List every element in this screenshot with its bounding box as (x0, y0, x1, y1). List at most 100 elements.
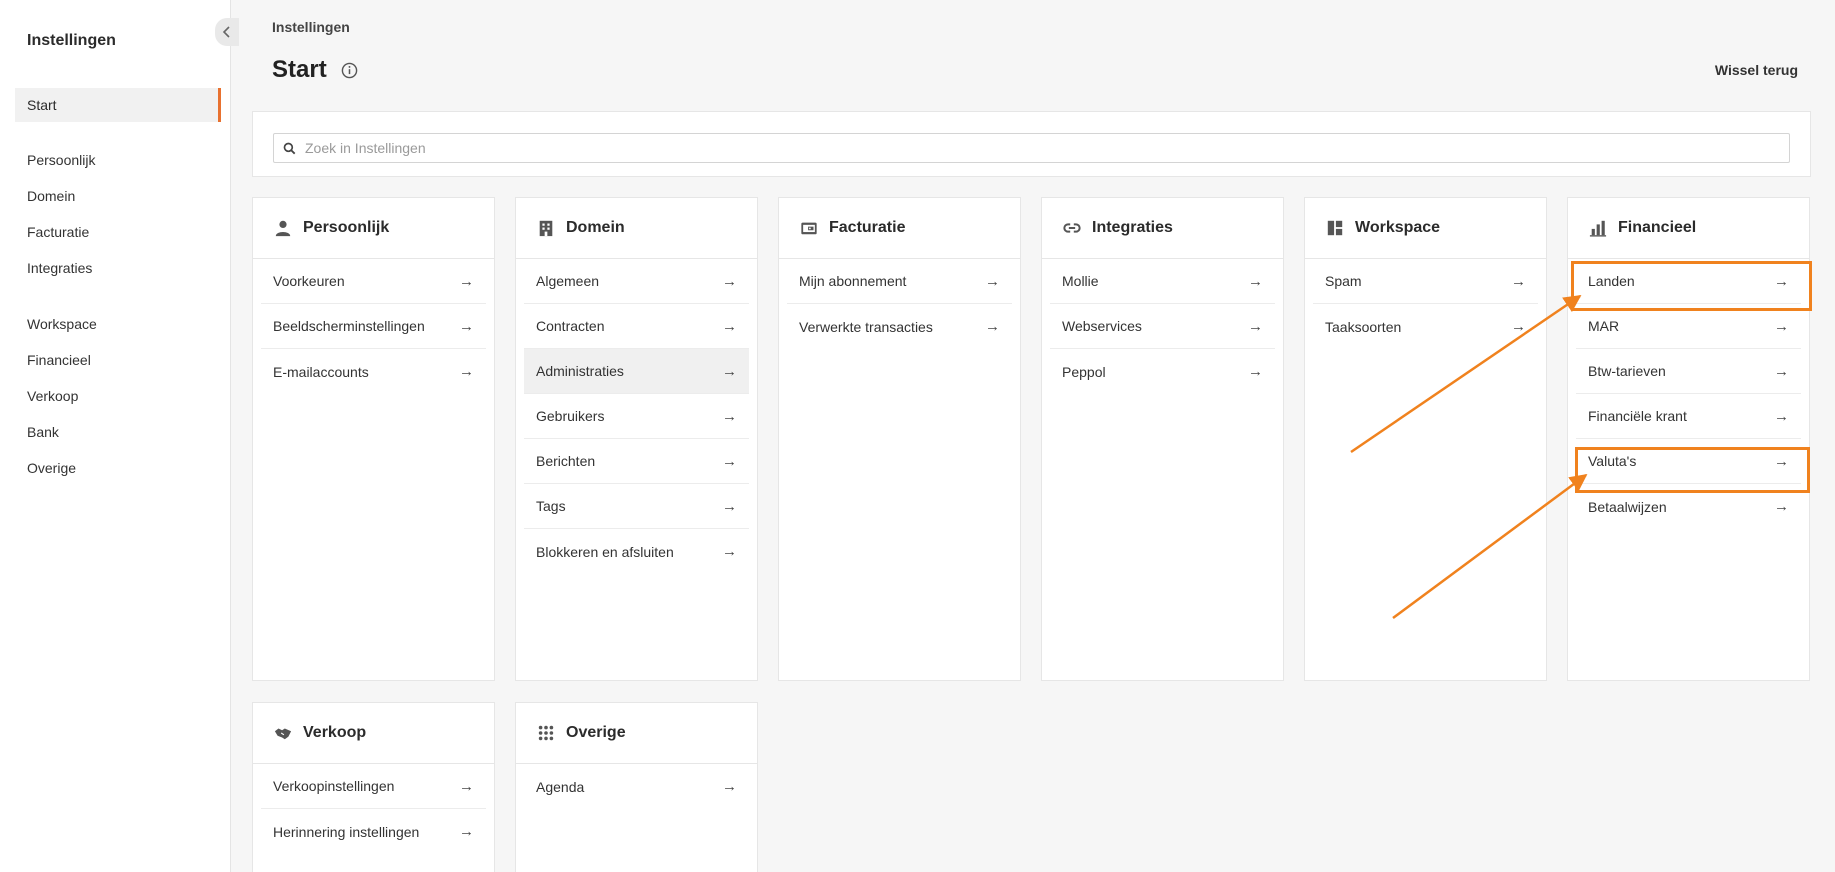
settings-link[interactable]: Peppol → (1050, 349, 1275, 394)
settings-link[interactable]: Betaalwijzen → (1576, 484, 1801, 529)
settings-link-label: Mijn abonnement (799, 273, 907, 289)
card-verkoop: Verkoop Verkoopinstellingen → Herinnering i… (252, 702, 495, 872)
arrow-right-icon: → (1248, 272, 1263, 290)
settings-link[interactable]: Mijn abonnement → (787, 259, 1012, 304)
arrow-right-icon: → (1774, 452, 1789, 470)
settings-link[interactable]: Btw-tarieven → (1576, 349, 1801, 394)
card-header: Financieel (1568, 198, 1809, 259)
card-link-list: Voorkeuren → Beeldscherminstellingen → E-mai… (253, 259, 494, 394)
card-domein: Domein Algemeen → Contracten → Administraties… (515, 197, 758, 681)
collapse-sidebar-button[interactable] (215, 18, 239, 46)
handshake-icon (273, 723, 293, 743)
settings-link-label: Blokkeren en afsluiten (536, 543, 674, 560)
card-persoonlijk: Persoonlijk Voorkeuren → Beeldscherminstell… (252, 197, 495, 681)
sidebar-item-persoonlijk[interactable]: Persoonlijk (27, 150, 95, 170)
settings-link[interactable]: Spam → (1313, 259, 1538, 304)
card-integraties: Integraties Mollie → Webservices → Peppol → (1041, 197, 1284, 681)
card-header: Integraties (1042, 198, 1283, 259)
arrow-right-icon: → (722, 543, 737, 560)
settings-link[interactable]: Mollie → (1050, 259, 1275, 304)
settings-link[interactable]: Agenda → (524, 764, 749, 809)
card-overige: Overige Agenda → (515, 702, 758, 872)
sidebar-item-overige[interactable]: Overige (27, 458, 76, 478)
sidebar-item-start[interactable]: Start (15, 88, 221, 122)
breadcrumb[interactable]: Instellingen (272, 19, 350, 35)
settings-link[interactable]: Berichten → (524, 439, 749, 484)
settings-link[interactable]: Landen → (1576, 259, 1801, 304)
card-title: Persoonlijk (303, 219, 390, 236)
card-facturatie: Facturatie Mijn abonnement → Verwerkte tran… (778, 197, 1021, 681)
settings-link-label: Contracten (536, 318, 605, 334)
sidebar-item-facturatie[interactable]: Facturatie (27, 222, 89, 242)
settings-link-label: Gebruikers (536, 408, 605, 424)
settings-link-label: Verwerkte transacties (799, 318, 933, 335)
card-link-list: Mijn abonnement → Verwerkte transacties → (779, 259, 1020, 349)
settings-link[interactable]: Administraties → (524, 349, 749, 394)
settings-link-label: Verkoopinstellingen (273, 778, 395, 794)
arrow-right-icon: → (1511, 318, 1526, 335)
settings-link[interactable]: Beeldscherminstellingen → (261, 304, 486, 349)
arrow-right-icon: → (722, 407, 737, 425)
sidebar-title: Instellingen (27, 32, 116, 49)
card-header: Facturatie (779, 198, 1020, 259)
arrow-right-icon: → (985, 318, 1000, 335)
sidebar-item-financieel[interactable]: Financieel (27, 350, 91, 370)
chevron-left-icon (222, 26, 230, 38)
settings-link[interactable]: Tags → (524, 484, 749, 529)
sidebar-item-bank[interactable]: Bank (27, 422, 59, 442)
settings-link[interactable]: Blokkeren en afsluiten → (524, 529, 749, 574)
settings-link-label: E-mailaccounts (273, 363, 369, 380)
sidebar-item-domein[interactable]: Domein (27, 186, 75, 206)
settings-link[interactable]: Taaksoorten → (1313, 304, 1538, 349)
settings-link[interactable]: Gebruikers → (524, 394, 749, 439)
card-title: Financieel (1618, 219, 1697, 236)
card-link-list: Verkoopinstellingen → Herinnering instelli… (253, 764, 494, 854)
settings-link-label: Taaksoorten (1325, 318, 1402, 335)
search-icon (283, 142, 296, 154)
arrow-right-icon: → (1248, 317, 1263, 335)
settings-link[interactable]: Verwerkte transacties → (787, 304, 1012, 349)
settings-link-label: Agenda (536, 778, 585, 795)
building-icon (536, 218, 556, 238)
card-link-list: Mollie → Webservices → Peppol → (1042, 259, 1283, 394)
arrow-right-icon: → (459, 272, 474, 290)
settings-link[interactable]: Valuta's → (1576, 439, 1801, 484)
settings-link[interactable]: E-mailaccounts → (261, 349, 486, 394)
arrow-right-icon: → (459, 317, 474, 335)
settings-link-label: Administraties (536, 363, 624, 379)
card-header: Domein (516, 198, 757, 259)
link-icon (1062, 218, 1082, 238)
settings-link-label: Herinnering instellingen (273, 823, 420, 840)
card-link-list: Landen → MAR → Btw-tarieven → Financiële krant… (1568, 259, 1809, 529)
info-icon[interactable] (341, 62, 358, 79)
card-title: Facturatie (829, 219, 906, 236)
grid-dots-icon (536, 723, 556, 743)
arrow-right-icon: → (722, 272, 737, 290)
settings-link[interactable]: Verkoopinstellingen → (261, 764, 486, 809)
settings-link-label: Valuta's (1588, 453, 1637, 469)
settings-link[interactable]: Contracten → (524, 304, 749, 349)
settings-link-label: Beeldscherminstellingen (273, 318, 425, 334)
switch-back-button[interactable]: Wissel terug (1715, 62, 1798, 78)
dashboard-icon (1325, 218, 1345, 238)
settings-link[interactable]: Algemeen → (524, 259, 749, 304)
search-box[interactable] (273, 133, 1790, 163)
sidebar-item-integraties[interactable]: Integraties (27, 258, 92, 278)
card-header: Workspace (1305, 198, 1546, 259)
card-header: Overige (516, 703, 757, 764)
settings-link[interactable]: Webservices → (1050, 304, 1275, 349)
search-input[interactable] (305, 140, 1705, 156)
settings-link[interactable]: Financiële krant → (1576, 394, 1801, 439)
arrow-right-icon: → (1774, 272, 1789, 290)
settings-link-label: Peppol (1062, 363, 1106, 380)
settings-link[interactable]: MAR → (1576, 304, 1801, 349)
sidebar-item-workspace[interactable]: Workspace (27, 314, 97, 334)
sidebar-item-verkoop[interactable]: Verkoop (27, 386, 78, 406)
card-link-list: Agenda → (516, 764, 757, 809)
card-title: Integraties (1092, 219, 1173, 236)
settings-link[interactable]: Voorkeuren → (261, 259, 486, 304)
arrow-right-icon: → (1248, 363, 1263, 380)
arrow-right-icon: → (1774, 362, 1789, 380)
arrow-right-icon: → (722, 362, 737, 380)
settings-link[interactable]: Herinnering instellingen → (261, 809, 486, 854)
